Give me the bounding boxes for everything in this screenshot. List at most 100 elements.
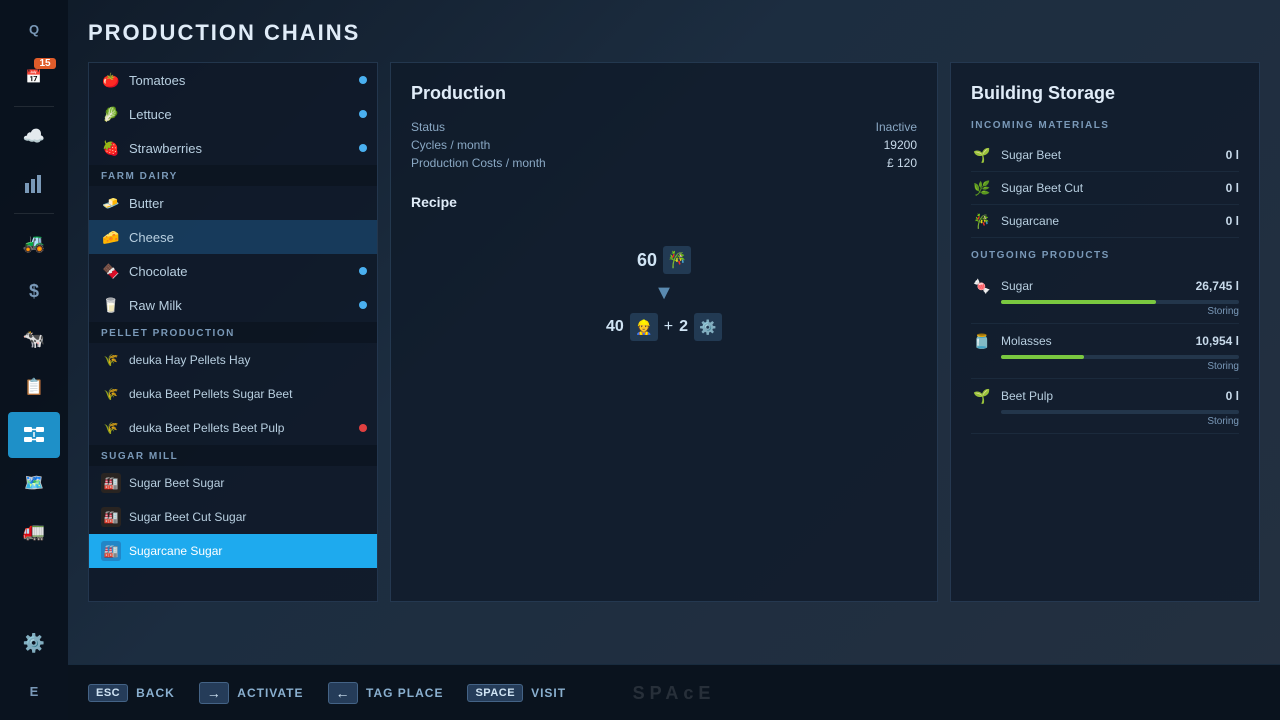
sidebar-item-stats[interactable]: [8, 161, 60, 207]
sidebar-item-map[interactable]: 🗺️: [8, 460, 60, 506]
storage-outgoing-sugar: 🍬 Sugar 26,745 l Storing: [971, 269, 1239, 324]
sugar-beet-cut-icon: 🌿: [971, 177, 993, 199]
activate-button[interactable]: → ACTIVATE: [199, 682, 304, 704]
beet-pulp-icon: 🌱: [971, 385, 993, 407]
sugar-row: 🍬 Sugar 26,745 l: [971, 275, 1239, 297]
chain-item-label: Cheese: [129, 230, 174, 245]
deuka-beet-sugar-icon: 🌾: [101, 384, 121, 404]
chain-item-label: Sugar Beet Sugar: [129, 476, 224, 490]
recipe-plus: +: [664, 318, 673, 336]
chain-item-lettuce[interactable]: 🥬 Lettuce: [89, 97, 377, 131]
chain-item-deuka-beet-pulp[interactable]: 🌾 deuka Beet Pellets Beet Pulp: [89, 411, 377, 445]
sidebar-item-animals[interactable]: 🐄: [8, 316, 60, 362]
sidebar-item-calendar[interactable]: 📅: [8, 54, 60, 100]
sugarcane-icon: 🎋: [971, 210, 993, 232]
sugar-beet-sugar-icon: 🏭: [101, 473, 121, 493]
chain-item-sugarcane-sugar[interactable]: 🏭 Sugarcane Sugar: [89, 534, 377, 568]
chain-item-deuka-hay[interactable]: 🌾 deuka Hay Pellets Hay: [89, 343, 377, 377]
raw-milk-dot: [359, 301, 367, 309]
recipe-section-title: Recipe: [411, 194, 917, 210]
sugarcane-recipe-icon: 🎋: [663, 246, 691, 274]
beet-pulp-storing-label: Storing: [971, 416, 1239, 427]
molasses-progress-container: [1001, 355, 1239, 359]
sugar-name: Sugar: [1001, 279, 1188, 293]
deuka-beet-pulp-dot: [359, 424, 367, 432]
molasses-amount: 10,954 l: [1196, 334, 1239, 348]
sidebar-item-vehicles[interactable]: 🚛: [8, 508, 60, 554]
cycles-row: Cycles / month 19200: [411, 138, 917, 152]
main-content: PRODUCTION CHAINS 🍅 Tomatoes 🥬 Lettuce 🍓…: [68, 0, 1280, 720]
activate-key: →: [199, 682, 230, 704]
sidebar-item-weather[interactable]: ☁️: [8, 113, 60, 159]
raw-milk-icon: 🥛: [101, 295, 121, 315]
production-chains-icon: [22, 423, 46, 447]
sidebar-divider-2: [14, 213, 54, 214]
bottom-toolbar: ESC BACK → ACTIVATE ← TAG PLACE SPACE VI…: [68, 664, 1280, 720]
sugar-beet-cut-amount: 0 l: [1226, 181, 1239, 195]
sugarcane-name: Sugarcane: [1001, 214, 1218, 228]
chain-item-sugar-beet-sugar[interactable]: 🏭 Sugar Beet Sugar: [89, 466, 377, 500]
recipe-bottom-amount1: 40: [606, 318, 624, 336]
chain-item-label: Raw Milk: [129, 298, 182, 313]
strawberries-dot: [359, 144, 367, 152]
storage-outgoing-beet-pulp: 🌱 Beet Pulp 0 l Storing: [971, 379, 1239, 434]
deuka-beet-pulp-icon: 🌾: [101, 418, 121, 438]
incoming-materials-label: INCOMING MATERIALS: [971, 120, 1239, 131]
recipe-top: 60 🎋: [637, 246, 691, 274]
stats-icon: [23, 173, 45, 195]
storage-panel: Building Storage INCOMING MATERIALS 🌱 Su…: [950, 62, 1260, 602]
outgoing-products-label: OUTGOING PRODUCTS: [971, 250, 1239, 261]
chain-item-label: Chocolate: [129, 264, 188, 279]
chain-item-raw-milk[interactable]: 🥛 Raw Milk: [89, 288, 377, 322]
sidebar-item-settings[interactable]: ⚙️: [8, 620, 60, 666]
visit-label: VISIT: [531, 686, 566, 700]
chain-item-deuka-beet-sugar[interactable]: 🌾 deuka Beet Pellets Sugar Beet: [89, 377, 377, 411]
recipe-top-amount: 60: [637, 250, 657, 271]
sidebar-item-q[interactable]: Q: [8, 6, 60, 52]
back-button[interactable]: ESC BACK: [88, 684, 175, 702]
chain-item-chocolate[interactable]: 🍫 Chocolate: [89, 254, 377, 288]
status-value: Inactive: [876, 120, 917, 134]
sugar-beet-cut-name: Sugar Beet Cut: [1001, 181, 1218, 195]
sugar-progress-fill: [1001, 300, 1156, 304]
sidebar-divider-1: [14, 106, 54, 107]
costs-label: Production Costs / month: [411, 156, 546, 170]
tag-place-button[interactable]: ← TAG PLACE: [328, 682, 444, 704]
recipe-arrow-down: ▼: [654, 282, 674, 305]
recipe-bottom-amount2: 2: [679, 318, 688, 336]
sidebar-item-tractor[interactable]: 🚜: [8, 220, 60, 266]
storage-incoming-sugarcane: 🎋 Sugarcane 0 l: [971, 205, 1239, 238]
chocolate-dot: [359, 267, 367, 275]
strawberries-icon: 🍓: [101, 138, 121, 158]
chain-item-label: deuka Beet Pellets Beet Pulp: [129, 421, 284, 435]
sidebar-item-e[interactable]: E: [8, 668, 60, 714]
visit-key: SPACE: [467, 684, 523, 702]
chain-item-label: Tomatoes: [129, 73, 185, 88]
sidebar-item-production[interactable]: [8, 412, 60, 458]
chains-panel[interactable]: 🍅 Tomatoes 🥬 Lettuce 🍓 Strawberries FARM…: [88, 62, 378, 602]
sugar-beet-amount: 0 l: [1226, 148, 1239, 162]
storage-incoming-sugar-beet-cut: 🌿 Sugar Beet Cut 0 l: [971, 172, 1239, 205]
chain-item-cheese[interactable]: 🧀 Cheese: [89, 220, 377, 254]
chain-item-butter[interactable]: 🧈 Butter: [89, 186, 377, 220]
chain-item-label: deuka Hay Pellets Hay: [129, 353, 250, 367]
visit-button[interactable]: SPACE VISIT: [467, 684, 566, 702]
tomatoes-dot: [359, 76, 367, 84]
tomatoes-icon: 🍅: [101, 70, 121, 90]
chain-item-label: deuka Beet Pellets Sugar Beet: [129, 387, 292, 401]
chain-item-sugar-beet-cut-sugar[interactable]: 🏭 Sugar Beet Cut Sugar: [89, 500, 377, 534]
beet-pulp-row: 🌱 Beet Pulp 0 l: [971, 385, 1239, 407]
tag-place-key: ←: [328, 682, 359, 704]
storage-outgoing-molasses: 🫙 Molasses 10,954 l Storing: [971, 324, 1239, 379]
chain-item-strawberries[interactable]: 🍓 Strawberries: [89, 131, 377, 165]
sidebar-item-contracts[interactable]: 📋: [8, 364, 60, 410]
costs-value: £ 120: [887, 156, 917, 170]
costs-row: Production Costs / month £ 120: [411, 156, 917, 170]
lettuce-dot: [359, 110, 367, 118]
chain-item-tomatoes[interactable]: 🍅 Tomatoes: [89, 63, 377, 97]
lettuce-icon: 🥬: [101, 104, 121, 124]
content-grid: 🍅 Tomatoes 🥬 Lettuce 🍓 Strawberries FARM…: [88, 62, 1260, 602]
sugarcane-amount: 0 l: [1226, 214, 1239, 228]
sidebar-item-money[interactable]: $: [8, 268, 60, 314]
tag-place-label: TAG PLACE: [366, 686, 443, 700]
